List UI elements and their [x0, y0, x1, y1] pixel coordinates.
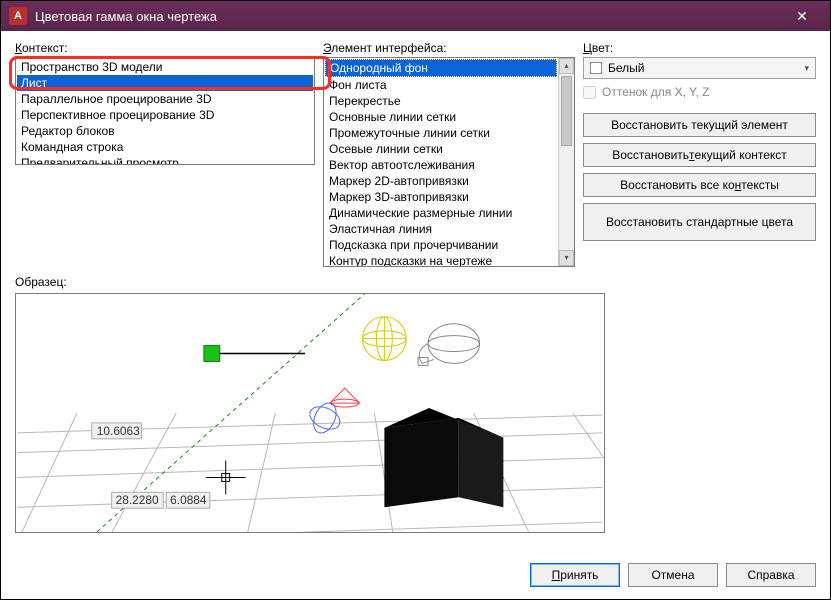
- element-item[interactable]: Однородный фон: [325, 59, 557, 77]
- sample-preview: 10.6063 28.2280 6.0884: [15, 293, 605, 533]
- tint-checkbox-row: Оттенок для X, Y, Z: [583, 85, 816, 99]
- restore-element-button[interactable]: Восстановить текущий элемент: [583, 113, 816, 137]
- context-listbox[interactable]: Пространство 3D моделиЛистПараллельное п…: [15, 57, 315, 165]
- preview-cube: [384, 408, 503, 507]
- element-item[interactable]: Промежуточные линии сетки: [325, 125, 557, 141]
- restore-context-button[interactable]: Восстановить текущий контекст: [583, 143, 816, 167]
- app-icon: A: [9, 7, 27, 25]
- element-item[interactable]: Перекрестье: [325, 93, 557, 109]
- restore-default-colors-button[interactable]: Восстановить стандартные цвета: [583, 203, 816, 241]
- ok-button[interactable]: Принять: [530, 563, 620, 587]
- help-button[interactable]: Справка: [726, 563, 816, 587]
- element-item[interactable]: Эластичная линия: [325, 221, 557, 237]
- context-item[interactable]: Пространство 3D модели: [17, 59, 313, 75]
- scroll-down-icon[interactable]: ▾: [559, 250, 574, 266]
- cancel-button[interactable]: Отмена: [628, 563, 718, 587]
- element-item[interactable]: Контур подсказки на чертеже: [325, 253, 557, 267]
- tint-checkbox: [583, 86, 596, 99]
- element-item[interactable]: Маркер 3D-автопривязки: [325, 189, 557, 205]
- context-item[interactable]: Командная строка: [17, 139, 313, 155]
- color-dropdown[interactable]: Белый ▾: [583, 57, 816, 79]
- element-item[interactable]: Осевые линии сетки: [325, 141, 557, 157]
- sample-label: Образец:: [15, 275, 315, 289]
- close-icon[interactable]: ✕: [782, 1, 822, 31]
- titlebar: A Цветовая гамма окна чертежа ✕: [1, 1, 830, 31]
- context-item[interactable]: Перспективное проецирование 3D: [17, 107, 313, 123]
- element-item[interactable]: Подсказка при прочерчивании: [325, 237, 557, 253]
- color-label: Цвет:: [583, 41, 816, 55]
- svg-text:28.2280: 28.2280: [116, 493, 159, 507]
- scroll-up-icon[interactable]: ▴: [559, 58, 574, 74]
- element-listbox[interactable]: Однородный фонФон листаПерекрестьеОсновн…: [323, 57, 575, 267]
- element-item[interactable]: Вектор автоотслеживания: [325, 157, 557, 173]
- element-item[interactable]: Динамические размерные линии: [325, 205, 557, 221]
- tint-label: Оттенок для X, Y, Z: [602, 85, 710, 99]
- context-item[interactable]: Редактор блоков: [17, 123, 313, 139]
- element-label: Элемент интерфейса:: [323, 41, 575, 55]
- context-item[interactable]: Лист: [17, 75, 313, 91]
- scrollbar[interactable]: ▴ ▾: [558, 58, 574, 266]
- chevron-down-icon: ▾: [804, 63, 809, 74]
- svg-text:6.0884: 6.0884: [170, 493, 207, 507]
- scroll-thumb[interactable]: [561, 76, 572, 146]
- svg-text:10.6063: 10.6063: [97, 424, 140, 438]
- context-item[interactable]: Параллельное проецирование 3D: [17, 91, 313, 107]
- window-title: Цветовая гамма окна чертежа: [35, 9, 782, 24]
- context-label: Контекст:: [15, 41, 315, 55]
- context-item[interactable]: Предварительный просмотр: [17, 155, 313, 165]
- element-item[interactable]: Основные линии сетки: [325, 109, 557, 125]
- element-item[interactable]: Фон листа: [325, 77, 557, 93]
- element-item[interactable]: Маркер 2D-автопривязки: [325, 173, 557, 189]
- color-swatch: [590, 62, 602, 74]
- restore-all-contexts-button[interactable]: Восстановить все контексты: [583, 173, 816, 197]
- preview-canvas: 10.6063 28.2280 6.0884: [16, 294, 604, 532]
- color-value: Белый: [608, 61, 644, 75]
